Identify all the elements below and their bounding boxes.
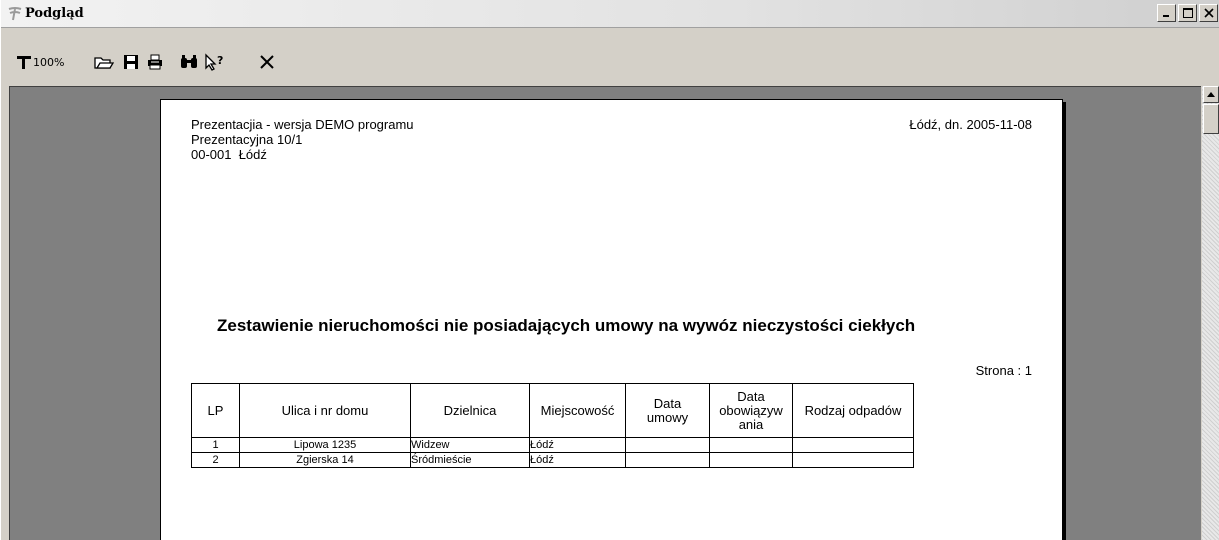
- column-header: Rodzaj odpadów: [792, 383, 914, 438]
- toolbar: 100% ?: [1, 50, 1219, 80]
- vertical-scrollbar[interactable]: [1202, 86, 1219, 540]
- report-table: LP Ulica i nr domu Dzielnica Miejscowość…: [191, 383, 914, 468]
- table-cell: Łódź: [529, 452, 626, 468]
- table-cell: Widzew: [410, 437, 530, 453]
- scroll-up-button[interactable]: [1203, 86, 1219, 103]
- window-title: Podgląd: [25, 6, 84, 21]
- column-header: Ulica i nr domu: [239, 383, 411, 438]
- minimize-button[interactable]: [1157, 4, 1176, 22]
- table-row: 2 Zgierska 14 Śródmieście Łódź: [191, 452, 914, 468]
- chevron-up-icon: [1207, 92, 1215, 97]
- table-cell: Lipowa 1235: [239, 437, 411, 453]
- find-icon: [181, 55, 197, 68]
- title-bar[interactable]: Podgląd: [1, 0, 1219, 28]
- place-and-date: Łódź, dn. 2005-11-08: [909, 117, 1032, 132]
- print-button[interactable]: [144, 50, 166, 74]
- close-preview-button[interactable]: [257, 50, 277, 74]
- print-icon: [148, 54, 162, 70]
- close-x-icon: [1203, 8, 1214, 18]
- save-icon: [124, 55, 138, 69]
- table-cell: 1: [191, 437, 240, 453]
- table-cell: [625, 452, 710, 468]
- minimize-icon: [1162, 15, 1169, 17]
- table-cell: [792, 437, 914, 453]
- report-page: Prezentacjia - wersja DEMO programu Prez…: [160, 99, 1063, 540]
- sender-line: Prezentacjia - wersja DEMO programu: [191, 117, 414, 132]
- app-icon: [7, 6, 23, 22]
- column-header: Miejscowość: [529, 383, 626, 438]
- table-cell: [709, 452, 793, 468]
- table-cell: [792, 452, 914, 468]
- column-header: Dzielnica: [410, 383, 530, 438]
- open-folder-icon: [94, 57, 114, 69]
- save-button[interactable]: [120, 50, 142, 74]
- maximize-icon: [1182, 8, 1193, 18]
- window-controls: [1157, 4, 1218, 22]
- sender-line: 00-001 Łódź: [191, 147, 267, 162]
- maximize-button[interactable]: [1178, 4, 1197, 22]
- open-button[interactable]: [93, 50, 115, 74]
- page-number: Strona : 1: [975, 363, 1032, 378]
- help-pointer-icon: ?: [205, 53, 223, 71]
- column-header: Data obowiązyw ania: [709, 383, 793, 438]
- close-window-button[interactable]: [1199, 4, 1218, 22]
- table-cell: Zgierska 14: [239, 452, 411, 468]
- report-title: Zestawienie nieruchomości nie posiadając…: [217, 316, 916, 335]
- page-width-icon: [17, 56, 31, 69]
- page-width-button[interactable]: 100%: [17, 50, 75, 74]
- zoom-level: 100%: [33, 55, 65, 69]
- table-header-row: LP Ulica i nr domu Dzielnica Miejscowość…: [191, 383, 914, 438]
- preview-window: Podgląd 100% ? Prezentacjia - wersja DEM…: [0, 0, 1219, 540]
- help-pointer-button[interactable]: ?: [203, 50, 227, 74]
- column-header: Data umowy: [625, 383, 710, 438]
- column-header: LP: [191, 383, 240, 438]
- sender-address: Prezentacjia - wersja DEMO programu Prez…: [191, 117, 414, 162]
- table-cell: Łódź: [529, 437, 626, 453]
- svg-text:?: ?: [217, 54, 223, 67]
- table-cell: Śródmieście: [410, 452, 530, 468]
- find-button[interactable]: [178, 50, 200, 74]
- table-cell: 2: [191, 452, 240, 468]
- sender-line: Prezentacyjna 10/1: [191, 132, 303, 147]
- scroll-thumb[interactable]: [1203, 104, 1219, 134]
- table-cell: [709, 437, 793, 453]
- table-row: 1 Lipowa 1235 Widzew Łódź: [191, 437, 914, 453]
- close-icon: [260, 55, 274, 69]
- table-cell: [625, 437, 710, 453]
